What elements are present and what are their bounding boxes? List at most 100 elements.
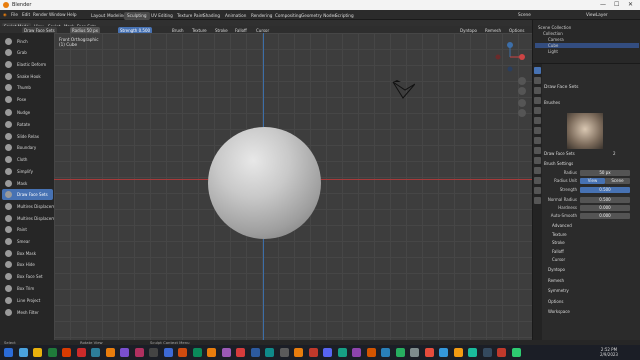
app-icon[interactable] xyxy=(410,348,419,357)
texture-icon[interactable] xyxy=(534,197,541,204)
brushes-section[interactable]: Brushes xyxy=(544,100,560,105)
world-icon[interactable] xyxy=(534,117,541,124)
tab-animation[interactable]: Animation xyxy=(222,12,249,20)
file-explorer-icon[interactable] xyxy=(33,348,42,357)
app-icon[interactable] xyxy=(381,348,390,357)
outliner-row-scene-collection[interactable]: Scene Collection xyxy=(535,25,639,30)
section-texture[interactable]: Texture xyxy=(552,232,567,237)
prop-radius[interactable]: Radius 50 px xyxy=(544,170,637,176)
prop-hardness[interactable]: Hardness 0.000 xyxy=(544,205,637,211)
perspective-toggle-icon[interactable] xyxy=(518,109,526,117)
edge-icon[interactable] xyxy=(91,348,100,357)
tool-draw-face-sets[interactable]: Draw Face Sets xyxy=(2,189,53,200)
panel-dyntopo[interactable]: Dyntopo xyxy=(548,267,565,272)
brush-datablock-name[interactable]: Draw Face Sets xyxy=(544,151,575,156)
panel-workspace[interactable]: Workspace xyxy=(548,309,570,314)
tool-pinch[interactable]: Pinch xyxy=(2,36,53,47)
app-icon[interactable] xyxy=(366,348,376,357)
tool-slide-relax[interactable]: Slide Relax xyxy=(2,131,53,142)
modifier-icon[interactable] xyxy=(534,137,541,144)
menu-render[interactable]: Render xyxy=(33,12,48,17)
tool-snake-hook[interactable]: Snake Hook xyxy=(2,71,53,82)
camera-icon[interactable] xyxy=(391,78,415,100)
brush-settings-section[interactable]: Brush Settings xyxy=(544,161,573,166)
tool-pose[interactable]: Pose xyxy=(2,94,53,105)
app-icon[interactable] xyxy=(323,348,332,357)
prop-auto-smooth[interactable]: Auto-Smooth 0.000 xyxy=(544,213,637,219)
app-icon[interactable] xyxy=(134,348,144,357)
prop-radius-unit[interactable]: Radius Unit View Scene xyxy=(544,178,637,184)
brush-thumbnail[interactable] xyxy=(567,113,603,149)
tool-elastic-deform[interactable]: Elastic Deform xyxy=(2,59,53,70)
section-advanced[interactable]: Advanced xyxy=(552,223,572,228)
scene-label[interactable]: Scene xyxy=(518,12,531,17)
3d-viewport[interactable]: Front Orthographic (1) Cube xyxy=(54,33,532,340)
tool-mesh-filter[interactable]: Mesh Filter xyxy=(2,307,53,318)
tool-rotate[interactable]: Rotate xyxy=(2,119,53,130)
tool-box-hide[interactable]: Box Hide xyxy=(2,259,53,270)
tool-thumb[interactable]: Thumb xyxy=(2,82,53,93)
app-icon[interactable] xyxy=(265,348,274,357)
app-icon[interactable] xyxy=(497,348,506,357)
tool-icon[interactable] xyxy=(534,67,541,74)
app-icon[interactable] xyxy=(178,348,187,357)
menu-help[interactable]: Help xyxy=(67,12,77,17)
app-icon[interactable] xyxy=(221,348,231,357)
menu-window[interactable]: Window xyxy=(49,12,66,17)
output-icon[interactable] xyxy=(534,87,541,94)
sculpt-sphere[interactable] xyxy=(208,127,321,239)
physics-icon[interactable] xyxy=(534,157,541,164)
particles-icon[interactable] xyxy=(534,147,541,154)
tool-mask[interactable]: Mask xyxy=(2,178,53,189)
tab-scripting[interactable]: Scripting xyxy=(332,12,357,20)
app-icon[interactable] xyxy=(453,348,463,357)
app-icon[interactable] xyxy=(482,348,492,357)
panel-symmetry[interactable]: Symmetry xyxy=(548,288,569,293)
tab-uv-editing[interactable]: UV Editing xyxy=(148,12,176,20)
menu-edit[interactable]: Edit xyxy=(22,12,30,17)
office-icon[interactable] xyxy=(62,348,71,357)
app-icon[interactable] xyxy=(511,348,521,357)
app-icon[interactable] xyxy=(120,348,129,357)
data-icon[interactable] xyxy=(534,177,541,184)
pan-hand-icon[interactable] xyxy=(518,87,526,95)
app-icon[interactable] xyxy=(468,348,477,357)
material-icon[interactable] xyxy=(534,187,541,194)
outliner-row-collection[interactable]: Collection xyxy=(535,31,639,36)
app-icon[interactable] xyxy=(439,348,448,357)
tool-paint[interactable]: Paint xyxy=(2,224,53,235)
tool-boundary[interactable]: Boundary xyxy=(2,142,53,153)
prop-strength[interactable]: Strength 0.500 xyxy=(544,187,637,193)
outliner-row-light[interactable]: Light xyxy=(535,49,639,54)
chrome-icon[interactable] xyxy=(76,348,86,357)
tool-multires-displacement-smear[interactable]: Multires Displacement Smear xyxy=(2,213,76,224)
app-icon[interactable] xyxy=(207,348,216,357)
view-layer-label[interactable]: ViewLayer xyxy=(586,12,608,17)
app-icon[interactable] xyxy=(163,348,173,357)
app-icon[interactable] xyxy=(279,348,289,357)
section-stroke[interactable]: Stroke xyxy=(552,240,565,245)
windows-start-icon[interactable] xyxy=(4,348,13,357)
app-icon[interactable] xyxy=(352,348,361,357)
tool-multires-displacement-eraser[interactable]: Multires Displacement Eraser xyxy=(2,201,76,212)
tool-cloth[interactable]: Cloth xyxy=(2,154,53,165)
object-icon[interactable] xyxy=(534,127,541,134)
scene-icon[interactable] xyxy=(534,107,541,114)
blender-menu-icon[interactable]: ◉ xyxy=(3,12,7,17)
app-icon[interactable] xyxy=(250,348,260,357)
section-falloff[interactable]: Falloff xyxy=(552,249,564,254)
render-icon[interactable] xyxy=(534,77,541,84)
panel-remesh[interactable]: Remesh xyxy=(548,278,564,283)
tool-line-project[interactable]: Line Project xyxy=(2,295,53,306)
app-icon[interactable] xyxy=(294,348,303,357)
tool-box-mask[interactable]: Box Mask xyxy=(2,248,53,259)
app-icon[interactable] xyxy=(337,348,347,357)
tool-grab[interactable]: Grab xyxy=(2,47,53,58)
tab-sculpting[interactable]: Sculpting xyxy=(124,12,150,20)
camera-view-icon[interactable] xyxy=(518,99,526,107)
app-icon[interactable] xyxy=(149,348,158,357)
app-icon[interactable] xyxy=(424,348,434,357)
section-cursor[interactable]: Cursor xyxy=(552,257,565,262)
panel-options[interactable]: Options xyxy=(548,299,563,304)
blender-icon[interactable] xyxy=(105,348,115,357)
